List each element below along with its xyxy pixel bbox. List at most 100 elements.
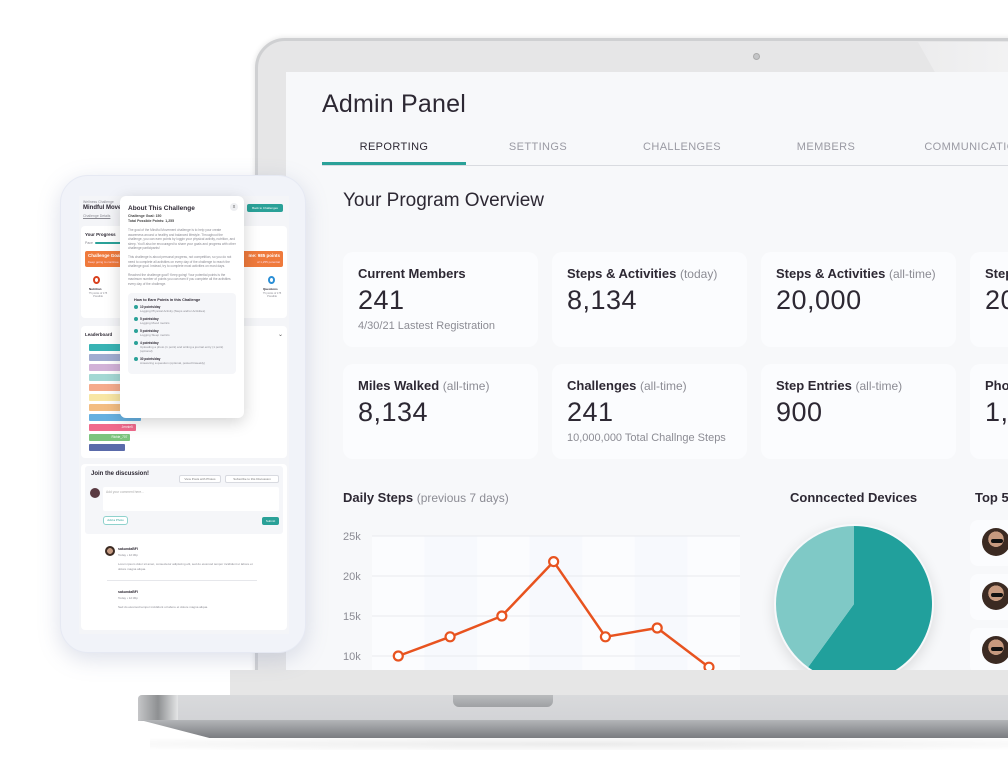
stat-label: Current Members <box>358 266 523 281</box>
stat-card-photos-cut: Phot 1,2 <box>970 364 1008 459</box>
comment-user: sakundaBFI <box>118 547 138 551</box>
stat-value: 8,134 <box>567 285 638 315</box>
y-tick-label: 20k <box>343 571 361 583</box>
stat-card-steps-cut: Step 20 <box>970 252 1008 347</box>
admin-tabs: REPORTING SETTINGS CHALLENGES MEMBERS CO… <box>322 134 1008 166</box>
comment-time: Today • 12:30p <box>118 596 138 600</box>
submit-button[interactable]: Submit <box>262 517 279 525</box>
modal-meta: Challenge Goal: 150 Total Possible Point… <box>128 214 236 224</box>
leaderboard-title: Leaderboard <box>85 332 113 337</box>
webcam-icon <box>753 53 760 60</box>
tab-settings[interactable]: SETTINGS <box>466 134 610 165</box>
laptop-base-bottom <box>140 720 1008 738</box>
data-point[interactable] <box>703 661 715 670</box>
y-tick-label: 10k <box>343 651 361 663</box>
stat-label: Phot <box>985 378 1008 393</box>
category-name: Questions <box>263 287 278 291</box>
top5-item[interactable] <box>970 520 1008 566</box>
view-posts-button[interactable]: View Posts with Photos <box>179 475 221 483</box>
stat-card-miles-walked: Miles Walked (all-time) 8,134 <box>343 364 538 459</box>
chart-band <box>687 536 740 670</box>
stat-label-text: Miles Walked <box>358 378 440 393</box>
stat-sub: 4/30/21 Lastest Registration <box>358 320 495 332</box>
earn-item: 10 points/day Logging Physical Activity (… <box>134 305 230 313</box>
stat-value: 8,134 <box>358 397 429 427</box>
category-name: Nutrition <box>89 287 102 291</box>
earn-desc: Logging Mood metrics <box>140 320 170 325</box>
earn-desc: Uploading a photo (1 point) and writing … <box>140 344 224 353</box>
divider <box>107 580 257 581</box>
chart-band <box>634 536 688 670</box>
tab-challenges[interactable]: CHALLENGES <box>610 134 754 165</box>
data-point[interactable] <box>548 555 560 568</box>
challenge-details-link[interactable]: Challenge Details <box>83 214 110 218</box>
laptop-base <box>138 695 1008 721</box>
top5-item[interactable] <box>970 574 1008 620</box>
stat-card-current-members: Current Members 241 4/30/21 Lastest Regi… <box>343 252 538 347</box>
earn-desc: Logging Sleep metrics <box>140 332 170 337</box>
progress-pace: Pace <box>85 241 93 245</box>
earn-title: How to Earn Points in this Challenge <box>134 297 201 302</box>
devices-pie-svg <box>776 526 932 670</box>
leaderboard-bar <box>89 444 125 451</box>
stat-qualifier: (all-time) <box>888 267 936 281</box>
tab-communications[interactable]: COMMUNICATIO <box>898 134 1008 165</box>
earn-desc: Answering a question (optional, posted b… <box>140 360 206 365</box>
stat-qualifier: (all-time) <box>442 379 490 393</box>
stat-label: Step Entries (all-time) <box>776 378 941 393</box>
stat-label-text: Current Members <box>358 266 466 281</box>
stat-card-steps-alltime: Steps & Activities (all-time) 20,000 <box>761 252 956 347</box>
stat-qualifier: (all-time) <box>639 379 687 393</box>
comment-input[interactable]: Add your comment here... <box>103 487 279 511</box>
banner-left: Challenge Goal <box>88 253 121 258</box>
modal-paragraph: This challenge is about personal progres… <box>128 254 232 269</box>
tab-members[interactable]: MEMBERS <box>754 134 898 165</box>
leaderboard-bar: Richie_707 <box>89 434 131 441</box>
stat-value: 241 <box>567 397 614 427</box>
stat-card-challenges: Challenges (all-time) 241 10,000,000 Tot… <box>552 364 747 459</box>
avatar <box>105 546 115 556</box>
stat-value: 1,2 <box>985 397 1008 427</box>
stat-value: 900 <box>776 397 823 427</box>
stat-label-text: Steps & Activities <box>776 266 886 281</box>
close-icon[interactable]: x <box>230 203 238 211</box>
back-to-challenges-button[interactable]: Back to Challenges <box>247 204 283 212</box>
stat-label: Miles Walked (all-time) <box>358 378 523 393</box>
modal-paragraph: The goal of the Mindful Movement challen… <box>128 228 236 251</box>
earn-item: 4 points/day Uploading a photo (1 point) … <box>134 341 230 353</box>
earn-points-box: How to Earn Points in this Challenge 10 … <box>128 292 236 374</box>
chevron-down-icon[interactable]: ⌄ <box>278 331 283 338</box>
earn-item: 5 points/day Logging Mood metrics <box>134 317 230 325</box>
comment-user: sakundaBFI <box>118 590 138 594</box>
earn-desc: Logging Physical Activity (Steps and/or … <box>140 308 206 313</box>
devices-title: Conncected Devices <box>790 490 918 505</box>
data-point[interactable] <box>599 631 612 643</box>
comment-time: Today • 12:30p <box>118 553 138 557</box>
comment-text: Lorem ipsum dolor sit amet, consectetur … <box>118 562 253 571</box>
stat-label-text: Challenges <box>567 378 637 393</box>
stat-label-text: Phot <box>985 378 1008 393</box>
data-point[interactable] <box>444 631 456 643</box>
data-point[interactable] <box>392 650 404 662</box>
stat-label: Step <box>985 266 1008 281</box>
stat-label: Steps & Activities (today) <box>567 266 732 281</box>
tab-reporting[interactable]: REPORTING <box>322 134 466 165</box>
discussion-title: Join the discussion! <box>91 471 150 477</box>
earn-item: 5 points/day Logging Sleep metrics <box>134 329 230 337</box>
top5-item[interactable] <box>970 628 1008 670</box>
stat-qualifier: (all-time) <box>855 379 903 393</box>
avatar <box>982 582 1008 610</box>
category-detail: 75 points of 175 Possible <box>262 292 282 298</box>
avatar <box>982 528 1008 556</box>
leaderboard-bar-label: Jennie5 <box>121 425 133 429</box>
stat-value: 20,000 <box>776 285 862 315</box>
comment-text: Sed do eiusmod tempor incididunt ut labo… <box>118 605 209 609</box>
data-point[interactable] <box>651 622 663 634</box>
total-points: Total Possible Points: 1,255 <box>128 219 175 223</box>
subscribe-button[interactable]: Subscribe to this Discussion <box>225 475 279 483</box>
chart-band <box>529 536 583 670</box>
stat-card-step-entries: Step Entries (all-time) 900 <box>761 364 956 459</box>
chart-band <box>477 536 530 670</box>
data-point[interactable] <box>496 610 508 622</box>
add-photo-button[interactable]: Add a Photo <box>103 516 128 525</box>
